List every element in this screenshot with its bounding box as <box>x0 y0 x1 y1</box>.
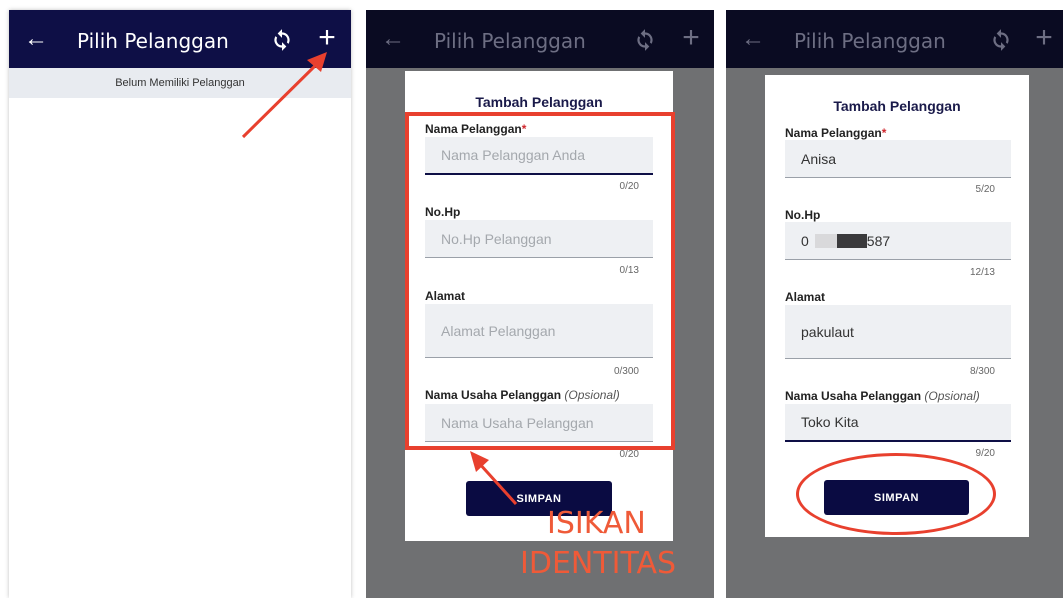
phone-counter: 12/13 <box>969 267 995 278</box>
redacted-digits <box>814 233 837 248</box>
annotation-text-line2: IDENTITAS <box>520 546 677 581</box>
phone-value-suffix: 587 <box>866 232 891 249</box>
annotation-text-line1: ISIKAN <box>547 506 646 541</box>
page-title: Pilih Pelanggan <box>794 29 946 53</box>
phone-value-prefix: 0 <box>801 232 809 249</box>
address-counter: 8/300 <box>969 366 995 377</box>
add-customer-button[interactable]: + <box>1031 23 1057 54</box>
screen-customer-list: ← Pilih Pelanggan + Belum Memiliki Pelan… <box>9 10 351 598</box>
screen-add-customer-empty: ← Pilih Pelanggan + Tambah Pelanggan Nam… <box>366 10 714 598</box>
phone-input[interactable]: 0 587 <box>785 222 1011 260</box>
field-label-address: Alamat <box>785 290 826 304</box>
back-arrow-icon[interactable]: ← <box>740 26 766 52</box>
address-input[interactable]: pakulaut <box>785 305 1011 359</box>
app-bar: ← Pilih Pelanggan + <box>726 10 1063 68</box>
field-label-business-name: Nama Usaha Pelanggan (Opsional) <box>785 389 980 403</box>
business-name-counter: 9/20 <box>975 448 995 459</box>
customer-name-input[interactable]: Anisa <box>785 140 1011 178</box>
customer-name-counter: 5/20 <box>975 184 995 195</box>
pointer-arrow-annotation <box>241 52 327 139</box>
refresh-icon[interactable] <box>988 27 1014 53</box>
highlight-ellipse-annotation <box>796 453 996 535</box>
field-label-phone: No.Hp <box>785 208 821 222</box>
pointer-arrow-annotation <box>470 451 518 506</box>
dialog-title: Tambah Pelanggan <box>833 98 961 114</box>
field-label-customer-name: Nama Pelanggan* <box>785 126 887 140</box>
screen-add-customer-filled: ← Pilih Pelanggan + Tambah Pelanggan Nam… <box>726 10 1063 598</box>
redacted-digits <box>836 233 867 248</box>
business-name-input[interactable]: Toko Kita <box>785 404 1011 442</box>
